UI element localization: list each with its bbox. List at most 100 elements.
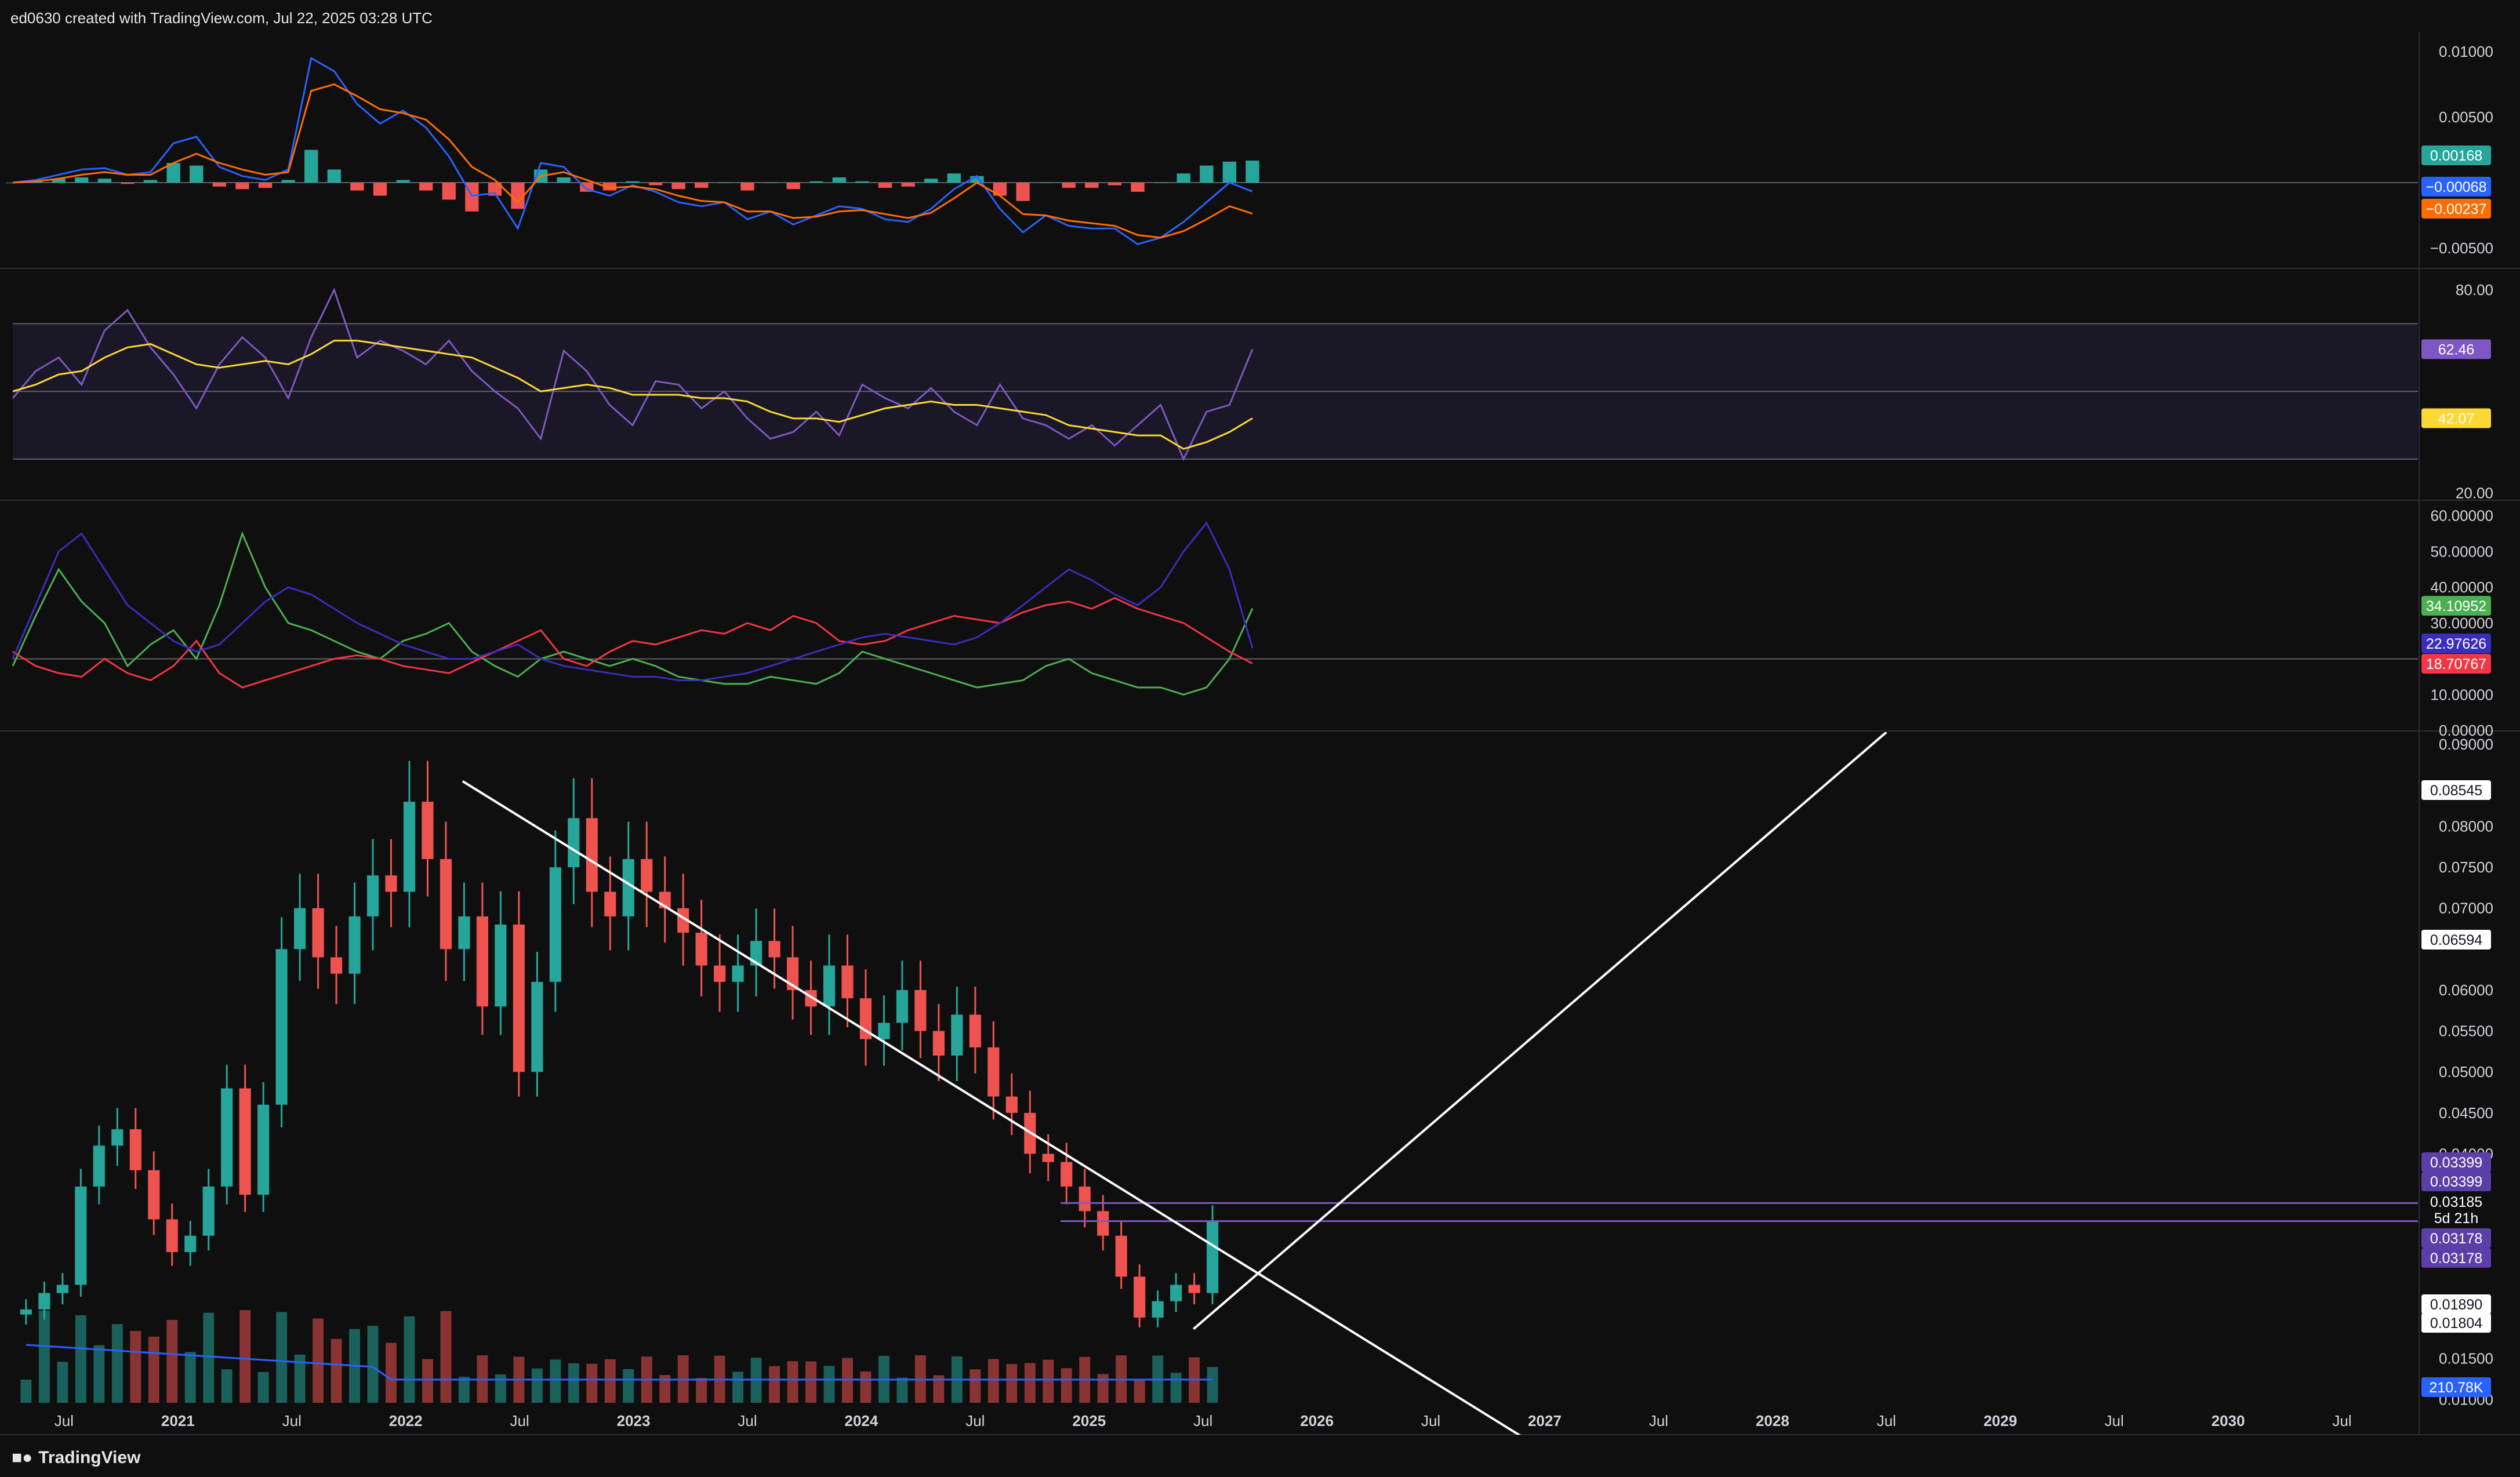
candle-body xyxy=(932,1031,945,1056)
volume-bar xyxy=(148,1336,159,1403)
macd-histogram-bar xyxy=(281,180,295,183)
macd-histogram-bar xyxy=(258,183,273,188)
candle-body xyxy=(896,989,909,1023)
macd-histogram-bar xyxy=(235,183,249,190)
time-tick-label: Jul xyxy=(965,1412,985,1429)
macd-tick-label: −0.00500 xyxy=(2430,239,2493,257)
price-tick-label: 0.08000 xyxy=(2439,817,2493,835)
dmi-value-label: 22.97626 xyxy=(2426,636,2486,652)
price-tick-label: 0.01500 xyxy=(2439,1350,2493,1367)
candle-body xyxy=(38,1293,50,1309)
macd-histogram-bar xyxy=(212,183,226,187)
volume-bar xyxy=(440,1311,452,1403)
tradingview-logo-icon: ■● xyxy=(12,1448,33,1467)
macd-histogram-bar xyxy=(786,183,800,190)
dmi-tick-label: 50.00000 xyxy=(2431,543,2493,560)
volume-bar xyxy=(111,1324,123,1403)
volume-bar xyxy=(586,1363,598,1403)
time-tick-label: Jul xyxy=(282,1412,302,1429)
price-value-label: 0.03178 xyxy=(2430,1231,2482,1247)
candle-body xyxy=(1079,1186,1091,1212)
candle-body xyxy=(385,875,397,892)
candle-body xyxy=(422,802,434,859)
macd-histogram-bar xyxy=(121,183,135,184)
candle-body xyxy=(604,892,616,916)
candle-body xyxy=(513,924,525,1072)
dmi-plus-line xyxy=(12,531,1254,696)
candle-body xyxy=(1170,1285,1182,1301)
macd-histogram-bar xyxy=(1085,183,1099,188)
candle-body xyxy=(568,818,580,868)
candle-body xyxy=(951,1014,963,1056)
volume-bar xyxy=(239,1310,251,1403)
macd-histogram-bar xyxy=(1222,161,1237,183)
macd-histogram-bar xyxy=(327,169,341,183)
macd-histogram-bar xyxy=(671,183,685,190)
macd-value-label: −0.00237 xyxy=(2426,201,2487,217)
macd-histogram-bar xyxy=(1131,183,1145,192)
price-value-label: 0.03399 xyxy=(2430,1174,2482,1190)
volume-bar xyxy=(57,1362,68,1403)
price-value-label: 0.08545 xyxy=(2430,783,2482,799)
macd-histogram-bar xyxy=(648,183,663,185)
candle-body xyxy=(202,1186,215,1236)
dmi-value-label: 34.10952 xyxy=(2426,598,2486,614)
trendline xyxy=(1193,732,1887,1330)
tradingview-brand: TradingView xyxy=(38,1448,141,1467)
volume-bar xyxy=(696,1378,707,1403)
volume-bar xyxy=(623,1369,634,1403)
volume-bar xyxy=(386,1343,397,1403)
candle-body xyxy=(695,933,707,966)
candle-body xyxy=(878,1023,890,1039)
macd-histogram-bar xyxy=(855,181,869,183)
volume-value-label: 210.78K xyxy=(2429,1380,2483,1396)
macd-histogram-bar xyxy=(1108,183,1122,185)
price-tick-label: 0.07000 xyxy=(2439,900,2493,917)
macd-histogram-bar xyxy=(442,183,456,200)
candle-body xyxy=(841,965,854,999)
dmi-tick-label: 40.00000 xyxy=(2431,579,2493,596)
volume-bar xyxy=(896,1377,908,1403)
time-tick-label: 2026 xyxy=(1300,1412,1334,1429)
candle-body xyxy=(20,1309,32,1315)
volume-bar xyxy=(93,1345,105,1403)
candle-body xyxy=(1134,1276,1146,1318)
price-value-label: 0.03178 xyxy=(2430,1250,2482,1267)
macd-histogram-bar xyxy=(75,177,89,183)
volume-bar xyxy=(422,1359,433,1403)
macd-histogram-bar xyxy=(557,177,571,183)
volume-bar xyxy=(203,1312,215,1403)
volume-bar xyxy=(20,1380,32,1403)
time-tick-label: 2023 xyxy=(617,1412,651,1429)
macd-histogram-bar xyxy=(878,183,892,188)
trendline xyxy=(462,780,1522,1435)
volume-bar xyxy=(787,1361,798,1403)
time-tick-label: 2021 xyxy=(161,1412,195,1429)
volume-bar xyxy=(313,1318,324,1403)
macd-value-label: −0.00068 xyxy=(2426,179,2487,195)
candle-body xyxy=(1061,1162,1073,1187)
macd-histogram-bar xyxy=(809,181,823,183)
volume-bar xyxy=(568,1363,579,1403)
volume-bar xyxy=(221,1369,233,1403)
price-value-label: 5d 21h xyxy=(2434,1210,2478,1227)
chart-area[interactable]: 0.01000 0.00500 −0.00500 0.00168 −0.00068 −0.… xyxy=(0,0,2520,1477)
time-tick-label: Jul xyxy=(1649,1412,1668,1429)
macd-histogram-bar xyxy=(1062,183,1076,188)
price-value-label: 0.01804 xyxy=(2430,1315,2482,1332)
price-value-label: 0.03399 xyxy=(2430,1155,2482,1171)
price-value-label: 0.03185 xyxy=(2430,1194,2482,1210)
macd-signal-line xyxy=(12,83,1253,239)
volume-bar xyxy=(257,1372,269,1403)
rsi-value-label: 42.07 xyxy=(2438,410,2475,427)
candle-body xyxy=(987,1047,1000,1097)
volume-bar xyxy=(1097,1374,1109,1403)
candle-body xyxy=(111,1129,124,1146)
dmi-tick-label: 30.00000 xyxy=(2431,614,2493,632)
volume-bar xyxy=(860,1372,872,1403)
volume-bar xyxy=(75,1315,86,1403)
volume-bar xyxy=(331,1338,342,1403)
tradingview-logo[interactable]: ■● TradingView xyxy=(12,1448,140,1468)
price-plot-group xyxy=(20,732,2418,1435)
price-tick-label: 0.09000 xyxy=(2439,736,2493,753)
